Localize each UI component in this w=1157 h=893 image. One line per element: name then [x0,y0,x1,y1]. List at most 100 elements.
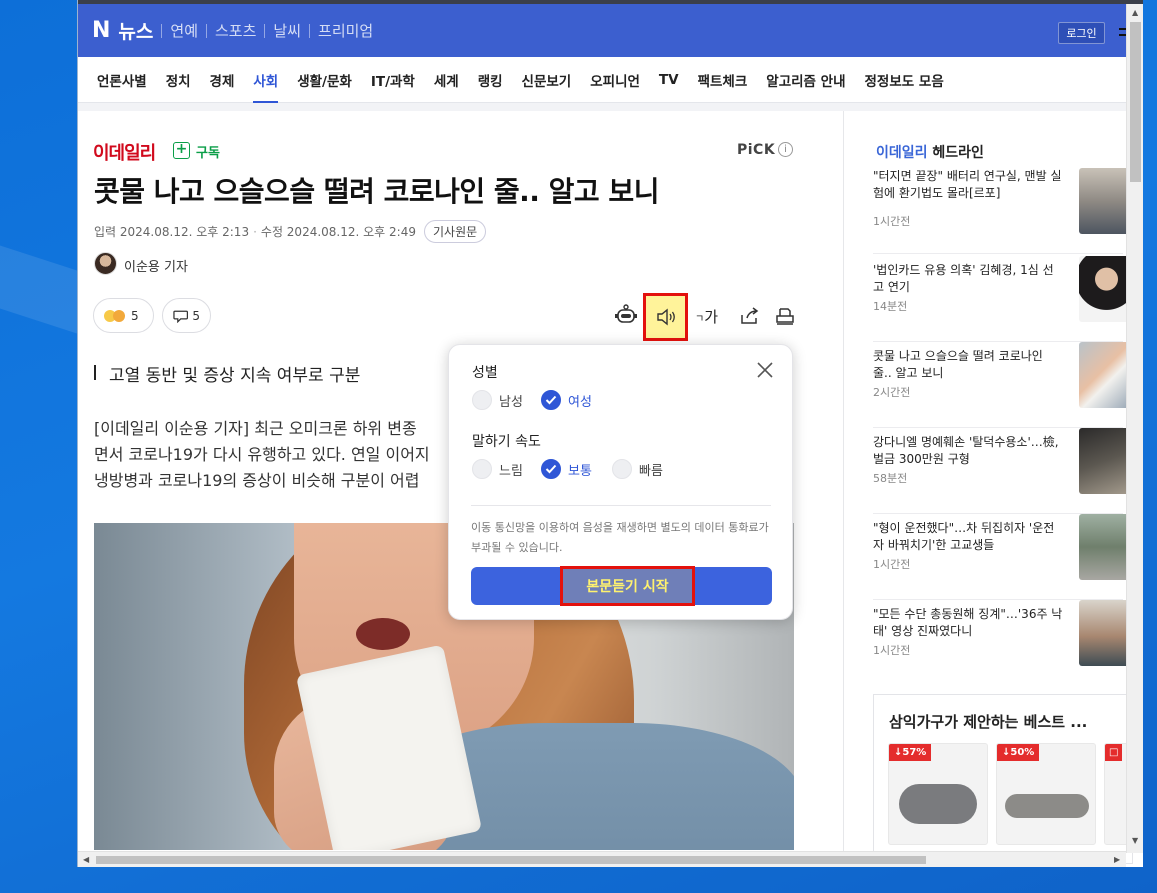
speaker-icon [656,308,675,326]
ad-title[interactable]: 삼익가구가 제안하는 베스트 ... [889,711,1087,732]
category-tv[interactable]: TV [659,72,679,88]
speed-option-fast[interactable]: 빠름 [612,459,663,479]
headline-title[interactable]: "모든 수단 총동원해 징계"…'36주 낙태' 영상 진짜였다니 [873,606,1063,640]
category-algorithm[interactable]: 알고리즘 안내 [766,70,845,90]
reporter-name[interactable]: 이순용 기자 [124,256,188,275]
print-icon[interactable] [770,301,800,331]
topnav-sports[interactable]: 스포츠 [215,20,256,41]
horizontal-scrollbar[interactable]: ◀ ▶ [78,851,1126,867]
body-line: 냉방병과 코로나19의 증상이 비슷해 구분이 어렵 [94,471,420,490]
body-line: 면서 코로나19가 다시 유행하고 있다. 연일 이어지 [94,445,430,464]
headline-time: 1시간전 [873,215,911,228]
speed-option-normal[interactable]: 보통 [541,459,592,479]
reporter-avatar[interactable] [94,252,117,275]
headline-thumbnail[interactable] [1079,342,1129,408]
category-corrections[interactable]: 정정보도 모음 [865,70,944,90]
category-economy[interactable]: 경제 [210,70,235,90]
headline-time: 58분전 [873,472,908,485]
headline-thumbnail[interactable] [1079,428,1129,494]
scroll-left-icon[interactable]: ◀ [83,855,89,864]
headline-item[interactable]: 강다니엘 명예훼손 '탈덕수용소'…檢, 벌금 300만원 구형 58분전 [873,428,1129,514]
nav-separator [161,23,163,38]
scrollbar-thumb[interactable] [96,856,926,864]
subscribe-button[interactable]: 구독 [196,142,220,161]
headline-title[interactable]: 콧물 나고 으슬으슬 떨려 코로나인 줄.. 알고 보니 [873,348,1063,382]
headline-thumbnail[interactable] [1079,514,1129,580]
start-listening-label[interactable]: 본문듣기 시작 [560,566,695,606]
reaction-count: 5 [131,308,139,323]
category-opinion[interactable]: 오피니언 [590,70,640,90]
headline-item[interactable]: 콧물 나고 으슬으슬 떨려 코로나인 줄.. 알고 보니 2시간전 [873,342,1129,428]
original-article-button[interactable]: 기사원문 [423,220,487,243]
sidebar-press-name[interactable]: 이데일리 [876,145,928,161]
headline-time: 1시간전 [873,558,911,571]
speed-option-slow[interactable]: 느림 [472,459,523,479]
category-ranking[interactable]: 랭킹 [478,70,503,90]
font-size-button[interactable]: ㄱ가 [695,306,718,327]
topnav-weather[interactable]: 날씨 [273,20,301,41]
article-headline: 콧물 나고 으슬으슬 떨려 코로나인 줄.. 알고 보니 [94,175,659,208]
headline-item[interactable]: "형이 운전했다"…차 뒤집히자 '운전자 바꿔치기'한 고교생들 1시간전 [873,514,1129,600]
category-politics[interactable]: 정치 [166,70,191,90]
ai-summary-bot-icon[interactable] [611,300,641,330]
category-press[interactable]: 언론사별 [97,70,147,90]
headline-thumbnail[interactable] [1079,256,1129,322]
category-it-science[interactable]: IT/과학 [371,70,415,90]
comment-button[interactable]: 5 [162,298,211,333]
headline-title[interactable]: '법인카드 유용 의혹' 김혜경, 1심 선고 연기 [873,262,1063,296]
info-icon[interactable]: i [778,142,793,157]
ad-product-card[interactable]: ↓50% [996,743,1096,845]
text-to-speech-button[interactable] [643,293,688,341]
comment-count: 5 [192,308,200,323]
date-separator: · [253,224,257,239]
subscribe-plus-icon[interactable]: + [173,142,190,159]
gender-option-female[interactable]: 여성 [541,390,592,410]
ad-product-card[interactable]: ↓57% [888,743,988,845]
headline-item[interactable]: "모든 수단 총동원해 징계"…'36주 낙태' 영상 진짜였다니 1시간전 [873,600,1129,686]
headline-thumbnail[interactable] [1079,600,1129,666]
category-newspaper[interactable]: 신문보기 [522,70,572,90]
headline-thumbnail[interactable] [1079,168,1129,234]
column-divider [843,111,844,867]
comment-icon [173,310,189,323]
article-dates: 입력 2024.08.12. 오후 2:13 · 수정 2024.08.12. … [94,220,487,243]
headline-item[interactable]: "터지면 끝장" 배터리 연구실, 맨발 실험에 환기법도 몰라[르포] 1시간… [873,168,1129,254]
press-logo[interactable]: 이데일리 [93,139,156,165]
scroll-down-icon[interactable]: ▼ [1132,836,1138,845]
body-line: [이데일리 이순용 기자] 최근 오미크론 하위 변종 [94,419,417,438]
scroll-up-icon[interactable]: ▲ [1132,8,1138,17]
category-factcheck[interactable]: 팩트체크 [698,70,748,90]
gender-label: 성별 [472,365,498,381]
naver-logo[interactable]: N [92,18,110,43]
news-home-link[interactable]: 뉴스 [118,17,153,44]
scroll-right-icon[interactable]: ▶ [1114,855,1120,864]
close-icon[interactable] [754,359,776,381]
category-world[interactable]: 세계 [434,70,459,90]
nav-separator [309,23,311,38]
radio-unchecked-icon [472,459,492,479]
scrollbar-thumb[interactable] [1130,22,1141,182]
headline-title[interactable]: "터지면 끝장" 배터리 연구실, 맨발 실험에 환기법도 몰라[르포] [873,168,1063,202]
font-size-label: 가 [704,308,719,326]
reaction-button[interactable]: 5 [93,298,154,333]
headline-title[interactable]: 강다니엘 명예훼손 '탈덕수용소'…檢, 벌금 300만원 구형 [873,434,1063,468]
input-date: 입력 2024.08.12. 오후 2:13 [94,225,250,239]
category-life-culture[interactable]: 생활/문화 [297,70,352,90]
headline-time: 2시간전 [873,386,911,399]
option-label: 남성 [499,394,523,410]
share-icon[interactable] [734,301,764,331]
headline-item[interactable]: '법인카드 유용 의혹' 김혜경, 1심 선고 연기 14분전 [873,256,1129,342]
login-button[interactable]: 로그인 [1058,22,1105,44]
vertical-scrollbar[interactable]: ▲ ▼ [1126,4,1143,853]
headline-title[interactable]: "형이 운전했다"…차 뒤집히자 '운전자 바꿔치기'한 고교생들 [873,520,1063,554]
ad-banner[interactable]: 삼익가구가 제안하는 베스트 ... ↓57% ↓50% □ [873,694,1134,864]
topnav-premium[interactable]: 프리미엄 [318,20,373,41]
pick-label: PiCK [737,142,776,158]
category-society[interactable]: 사회 [253,70,278,104]
gender-option-male[interactable]: 남성 [472,390,523,410]
category-nav: 언론사별 정치 경제 사회 생활/문화 IT/과학 세계 랭킹 신문보기 오피니… [78,57,1126,104]
radio-unchecked-icon [612,459,632,479]
discount-badge: ↓57% [889,744,932,761]
topnav-entertainment[interactable]: 연예 [170,20,198,41]
discount-badge: □ [1105,744,1123,761]
